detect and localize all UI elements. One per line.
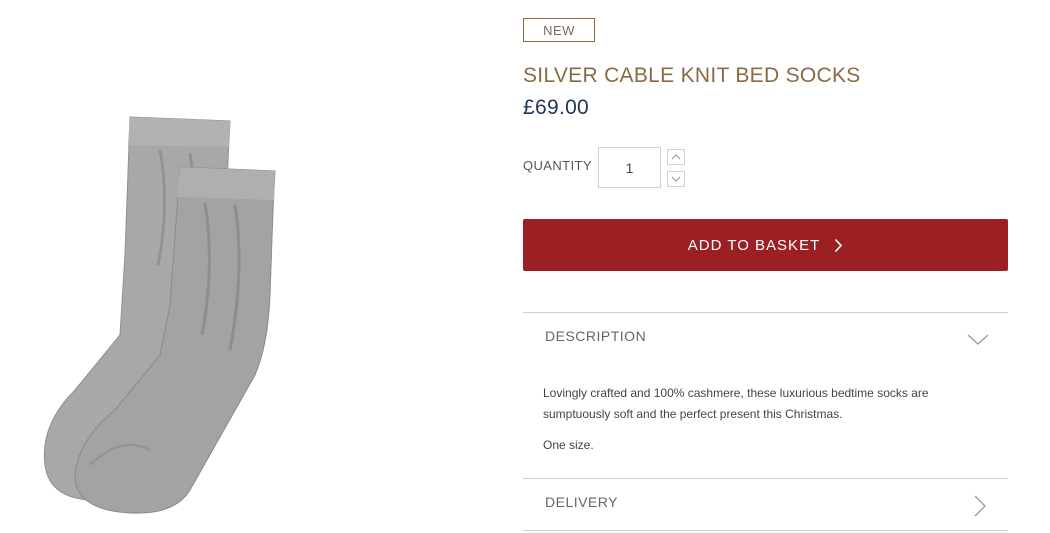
quantity-input[interactable] — [598, 147, 661, 188]
quantity-increment-button[interactable] — [667, 149, 685, 165]
divider — [523, 530, 1008, 531]
product-info: NEW SILVER CABLE KNIT BED SOCKS £69.00 Q… — [523, 0, 1008, 533]
chevron-down-icon — [671, 176, 681, 182]
product-title: SILVER CABLE KNIT BED SOCKS — [523, 64, 861, 87]
product-price: £69.00 — [523, 96, 590, 119]
description-paragraph: One size. — [543, 438, 594, 452]
add-to-basket-button[interactable]: ADD TO BASKET — [523, 219, 1008, 271]
quantity-label: QUANTITY — [523, 158, 592, 173]
description-content: Lovingly crafted and 100% cashmere, thes… — [543, 383, 993, 456]
new-badge: NEW — [523, 18, 595, 42]
description-title: DESCRIPTION — [545, 328, 647, 344]
delivery-title: DELIVERY — [545, 494, 618, 510]
chevron-right-icon — [974, 495, 986, 517]
divider — [523, 478, 1008, 479]
product-image — [30, 105, 300, 525]
chevron-right-icon — [835, 238, 843, 252]
chevron-down-icon — [967, 334, 989, 345]
add-to-basket-label: ADD TO BASKET — [687, 236, 821, 254]
divider — [523, 312, 1008, 313]
description-paragraph: Lovingly crafted and 100% cashmere, thes… — [543, 386, 929, 421]
quantity-decrement-button[interactable] — [667, 171, 685, 187]
socks-illustration — [43, 116, 276, 514]
chevron-up-icon — [671, 154, 681, 160]
